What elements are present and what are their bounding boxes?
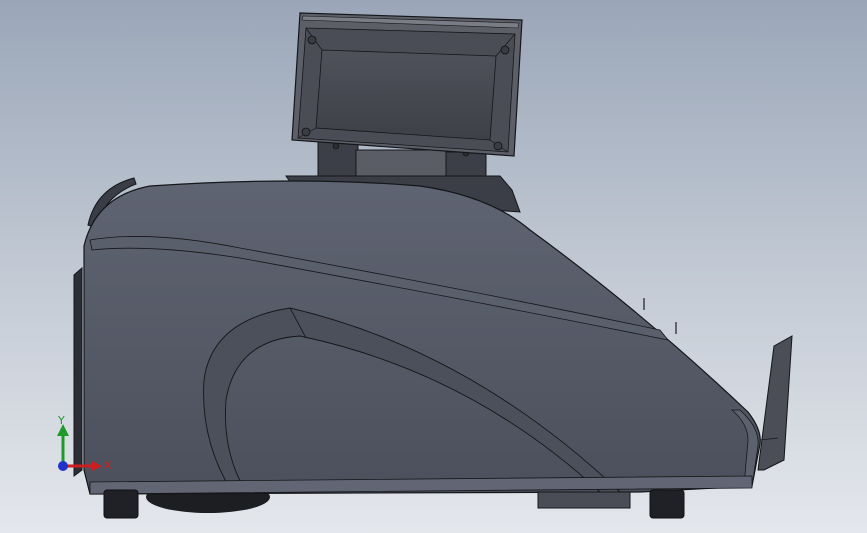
y-axis-label: Y [57,414,65,427]
x-axis-arrowhead [92,461,102,471]
rear-foot [103,489,139,519]
display-monitor [291,12,523,157]
front-flap [757,335,793,471]
bottom-tray [537,491,631,509]
x-axis-label: X [104,459,112,472]
orientation-triad: Y X [57,414,112,472]
front-foot [649,489,685,519]
z-axis-dot [58,461,68,471]
display-screen [315,49,497,141]
model-3d-view[interactable] [0,0,867,533]
cad-viewport[interactable]: Y X [0,0,867,533]
